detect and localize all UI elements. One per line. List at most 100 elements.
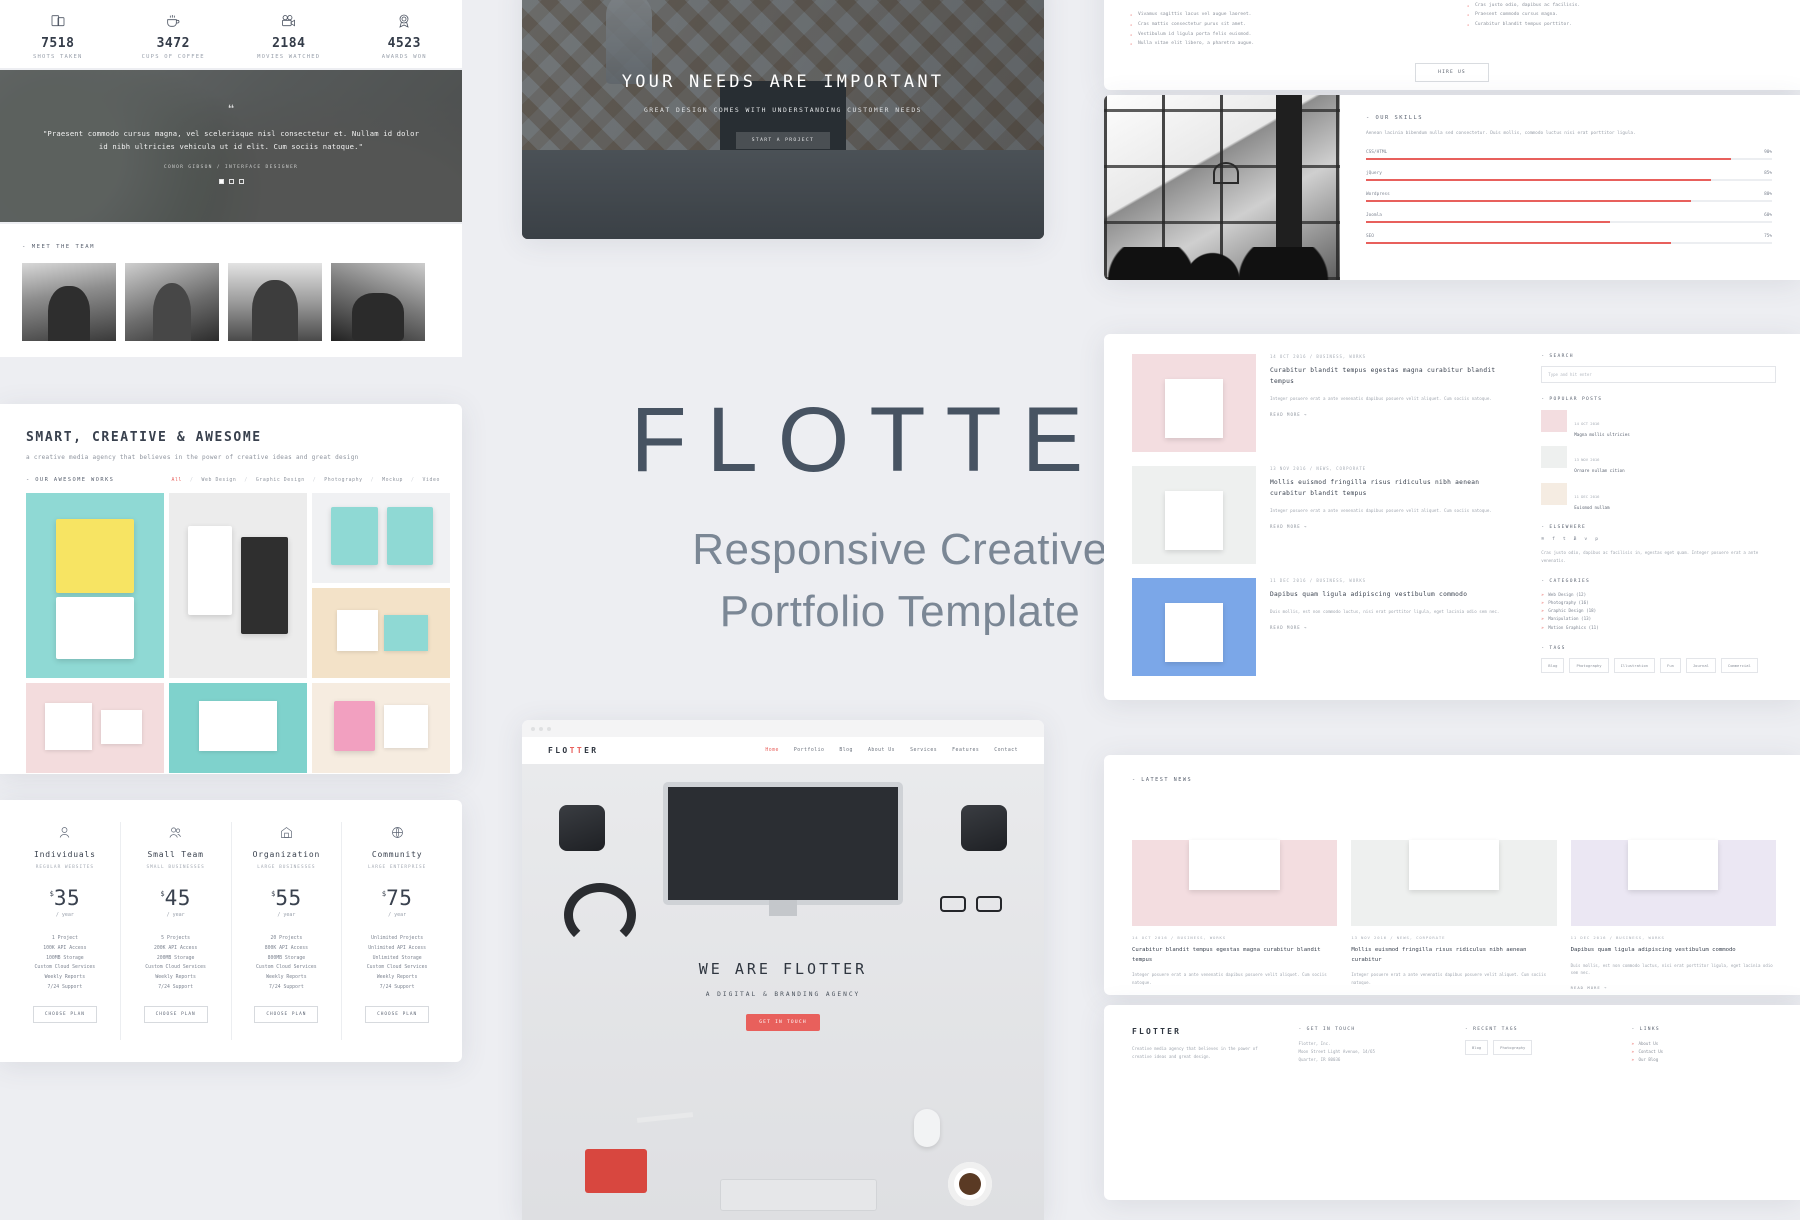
popular-title[interactable]: Magna mollis ultricies	[1574, 432, 1629, 438]
news-item[interactable]: 11 DEC 2016 / BUSINESS, WORKS Dapibus qu…	[1571, 797, 1776, 995]
filter-mockup[interactable]: Mockup	[382, 478, 403, 483]
tag-item[interactable]: Commercial	[1721, 658, 1758, 673]
site-logo[interactable]: FLOTTER	[548, 746, 599, 755]
choose-plan-button[interactable]: CHOOSE PLAN	[254, 1006, 318, 1023]
window-minimize-dot[interactable]	[539, 727, 543, 731]
hire-us-button[interactable]: HIRE US	[1415, 63, 1489, 82]
portfolio-tile-brochure[interactable]	[169, 683, 307, 773]
slider-dot-1[interactable]	[219, 179, 224, 184]
stat-item: 7518 SHOTS TAKEN	[0, 0, 116, 68]
choose-plan-button[interactable]: CHOOSE PLAN	[144, 1006, 208, 1023]
tag-item[interactable]: Fun	[1660, 658, 1681, 673]
portfolio-tile-stationery[interactable]	[26, 683, 164, 773]
stat-number: 7518	[0, 36, 116, 51]
filter-web-design[interactable]: Web Design	[202, 478, 237, 483]
footer-link[interactable]: Contact Us	[1632, 1048, 1777, 1056]
post-title[interactable]: Dapibus quam ligula adipiscing vestibulu…	[1270, 590, 1499, 601]
blog-post[interactable]: 11 DEC 2016 / BUSINESS, WORKS Dapibus qu…	[1132, 578, 1519, 676]
choose-plan-button[interactable]: CHOOSE PLAN	[365, 1006, 429, 1023]
read-more-link[interactable]: READ MORE →	[1571, 985, 1776, 990]
skills-section: - OUR SKILLS Aenean lacinia bibendum nul…	[1104, 95, 1800, 280]
blog-post[interactable]: 13 NOV 2016 / NEWS, CORPORATE Mollis eui…	[1132, 466, 1519, 564]
footer-tag[interactable]: Blog	[1465, 1040, 1488, 1055]
category-item[interactable]: Photography (16)	[1541, 599, 1776, 607]
plan-features: 5 Projects 200K API Access 200MB Storage…	[125, 934, 227, 993]
popular-title[interactable]: Ornare nullam cition	[1574, 468, 1624, 474]
menu-item-services[interactable]: Services	[910, 748, 937, 753]
twitter-icon[interactable]: t	[1563, 537, 1566, 542]
plan-feature: Weekly Reports	[236, 973, 338, 983]
popular-post[interactable]: 13 NOV 2016Ornare nullam cition	[1541, 446, 1776, 474]
team-member[interactable]	[22, 263, 116, 341]
news-item[interactable]: 13 NOV 2016 / NEWS, CORPORATE Mollis eui…	[1351, 797, 1556, 995]
news-title[interactable]: Dapibus quam ligula adipiscing vestibulu…	[1571, 946, 1776, 956]
search-input[interactable]: Type and hit enter	[1541, 366, 1776, 383]
footer-tag[interactable]: Photography	[1493, 1040, 1532, 1055]
portfolio-tile-paper-bag[interactable]	[26, 493, 164, 678]
menu-item-home[interactable]: Home	[765, 748, 779, 753]
team-member[interactable]	[228, 263, 322, 341]
footer-link[interactable]: About Us	[1632, 1040, 1777, 1048]
get-in-touch-button[interactable]: GET IN TOUCH	[746, 1014, 820, 1031]
team-member[interactable]	[125, 263, 219, 341]
window-close-dot[interactable]	[531, 727, 535, 731]
tag-item[interactable]: Journal	[1686, 658, 1716, 673]
menu-item-blog[interactable]: Blog	[839, 748, 853, 753]
logo-prefix: FLO	[548, 746, 570, 755]
tag-item[interactable]: Blog	[1541, 658, 1564, 673]
categories-kicker: - CATEGORIES	[1541, 579, 1776, 584]
behance-icon[interactable]: Ƀ	[1574, 537, 1577, 542]
post-title[interactable]: Curabitur blandit tempus egestas magna c…	[1270, 366, 1519, 388]
footer-link[interactable]: Our Blog	[1632, 1056, 1777, 1064]
filter-all[interactable]: All	[172, 478, 182, 483]
portfolio-tile-envelopes[interactable]	[312, 588, 450, 678]
category-item[interactable]: Manipulation (13)	[1541, 615, 1776, 623]
popular-title[interactable]: Euismod nullam	[1574, 505, 1609, 511]
window-maximize-dot[interactable]	[547, 727, 551, 731]
filter-graphic-design[interactable]: Graphic Design	[256, 478, 305, 483]
team-member[interactable]	[331, 263, 425, 341]
blog-post[interactable]: 14 OCT 2016 / BUSINESS, WORKS Curabitur …	[1132, 354, 1519, 452]
quote-icon: ❝	[0, 103, 462, 118]
start-project-button[interactable]: START A PROJECT	[736, 132, 831, 149]
menu-item-features[interactable]: Features	[952, 748, 979, 753]
filter-photography[interactable]: Photography	[324, 478, 362, 483]
facebook-icon[interactable]: f	[1552, 537, 1555, 542]
slider-dot-3[interactable]	[239, 179, 244, 184]
post-excerpt: Duis mollis, est non commodo luctus, nis…	[1270, 608, 1499, 616]
read-more-link[interactable]: READ MORE →	[1270, 524, 1519, 529]
portfolio-kicker: - OUR AWESOME WORKS	[26, 477, 114, 483]
pinterest-icon[interactable]: p	[1595, 537, 1598, 542]
news-title[interactable]: Curabitur blandit tempus egestas magna c…	[1132, 946, 1337, 965]
plan-feature: Custom Cloud Services	[125, 963, 227, 973]
news-title[interactable]: Mollis euismod fringilla risus ridiculus…	[1351, 946, 1556, 965]
vimeo-icon[interactable]: v	[1584, 537, 1587, 542]
filter-video[interactable]: Video	[423, 478, 440, 483]
read-more-link[interactable]: READ MORE →	[1270, 625, 1499, 630]
category-item[interactable]: Motion Graphics (11)	[1541, 624, 1776, 632]
tag-item[interactable]: Illustration	[1614, 658, 1655, 673]
popular-post[interactable]: 11 DEC 2016Euismod nullam	[1541, 483, 1776, 511]
menu-item-about-us[interactable]: About Us	[868, 748, 895, 753]
tags-widget: - TAGS Blog Photography Illustration Fun…	[1541, 646, 1776, 673]
menu-item-contact[interactable]: Contact	[994, 748, 1018, 753]
skill-name: SEO	[1366, 234, 1374, 239]
category-item[interactable]: Web Design (12)	[1541, 591, 1776, 599]
menu-item-portfolio[interactable]: Portfolio	[794, 748, 825, 753]
service-item: Praesent commodo cursus magna.	[1467, 10, 1774, 20]
choose-plan-button[interactable]: CHOOSE PLAN	[33, 1006, 97, 1023]
tag-item[interactable]: Photography	[1569, 658, 1608, 673]
portfolio-tile-postcards[interactable]	[312, 683, 450, 773]
read-more-link[interactable]: READ MORE →	[1270, 412, 1519, 417]
rss-icon[interactable]: ⌾	[1541, 537, 1544, 542]
slider-dots[interactable]	[0, 179, 462, 184]
category-item[interactable]: Graphic Design (18)	[1541, 607, 1776, 615]
slider-dot-2[interactable]	[229, 179, 234, 184]
stat-item: 3472 CUPS OF COFFEE	[116, 0, 232, 68]
news-item[interactable]: 14 OCT 2016 / BUSINESS, WORKS Curabitur …	[1132, 797, 1337, 995]
popular-post[interactable]: 14 OCT 2016Magna mollis ultricies	[1541, 410, 1776, 438]
plan-feature: 20 Projects	[236, 934, 338, 944]
portfolio-tile-book-mockup[interactable]	[312, 493, 450, 583]
portfolio-tile-shopping-bags[interactable]	[169, 493, 307, 678]
post-title[interactable]: Mollis euismod fringilla risus ridiculus…	[1270, 478, 1519, 500]
